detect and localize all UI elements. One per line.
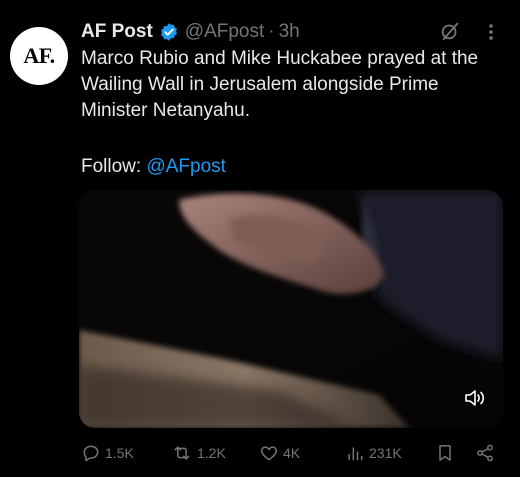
author-handle[interactable]: @AFpost (185, 21, 264, 43)
follow-label: Follow: (81, 156, 147, 177)
volume-icon[interactable] (463, 388, 487, 408)
like-button[interactable]: 4K (259, 440, 300, 466)
video-player[interactable] (79, 190, 503, 428)
repost-button[interactable]: 1.2K (171, 440, 226, 466)
tweet-text: Marco Rubio and Mike Huckabee prayed at … (81, 48, 479, 121)
views-button[interactable]: 231K (345, 440, 402, 466)
separator-dot: · (268, 21, 275, 42)
share-icon (477, 444, 493, 462)
avatar-logo-text: AF. (23, 43, 55, 68)
follow-mention-link[interactable]: @AFpost (146, 156, 225, 177)
follow-line: Follow: @AFpost (81, 154, 226, 180)
bookmark-icon (439, 445, 451, 461)
repost-icon (174, 446, 190, 460)
views-count: 231K (369, 445, 402, 461)
like-count: 4K (283, 445, 301, 461)
more-options-icon[interactable] (481, 20, 501, 44)
action-bar: 1.5K 1.2K 4K 231K (79, 440, 503, 466)
avatar[interactable]: AF. (10, 27, 68, 85)
bookmark-button[interactable] (435, 440, 459, 466)
grok-icon[interactable] (437, 18, 463, 44)
analytics-icon (348, 447, 363, 461)
reply-count: 1.5K (105, 445, 134, 461)
heart-icon (260, 446, 278, 461)
reply-icon (83, 445, 99, 462)
reply-button[interactable]: 1.5K (81, 440, 134, 466)
timestamp[interactable]: 3h (279, 21, 300, 43)
verified-badge-icon (159, 22, 179, 42)
author-name[interactable]: AF Post (81, 21, 153, 43)
video-frame (79, 190, 503, 428)
share-button[interactable] (475, 440, 499, 466)
repost-count: 1.2K (197, 445, 226, 461)
